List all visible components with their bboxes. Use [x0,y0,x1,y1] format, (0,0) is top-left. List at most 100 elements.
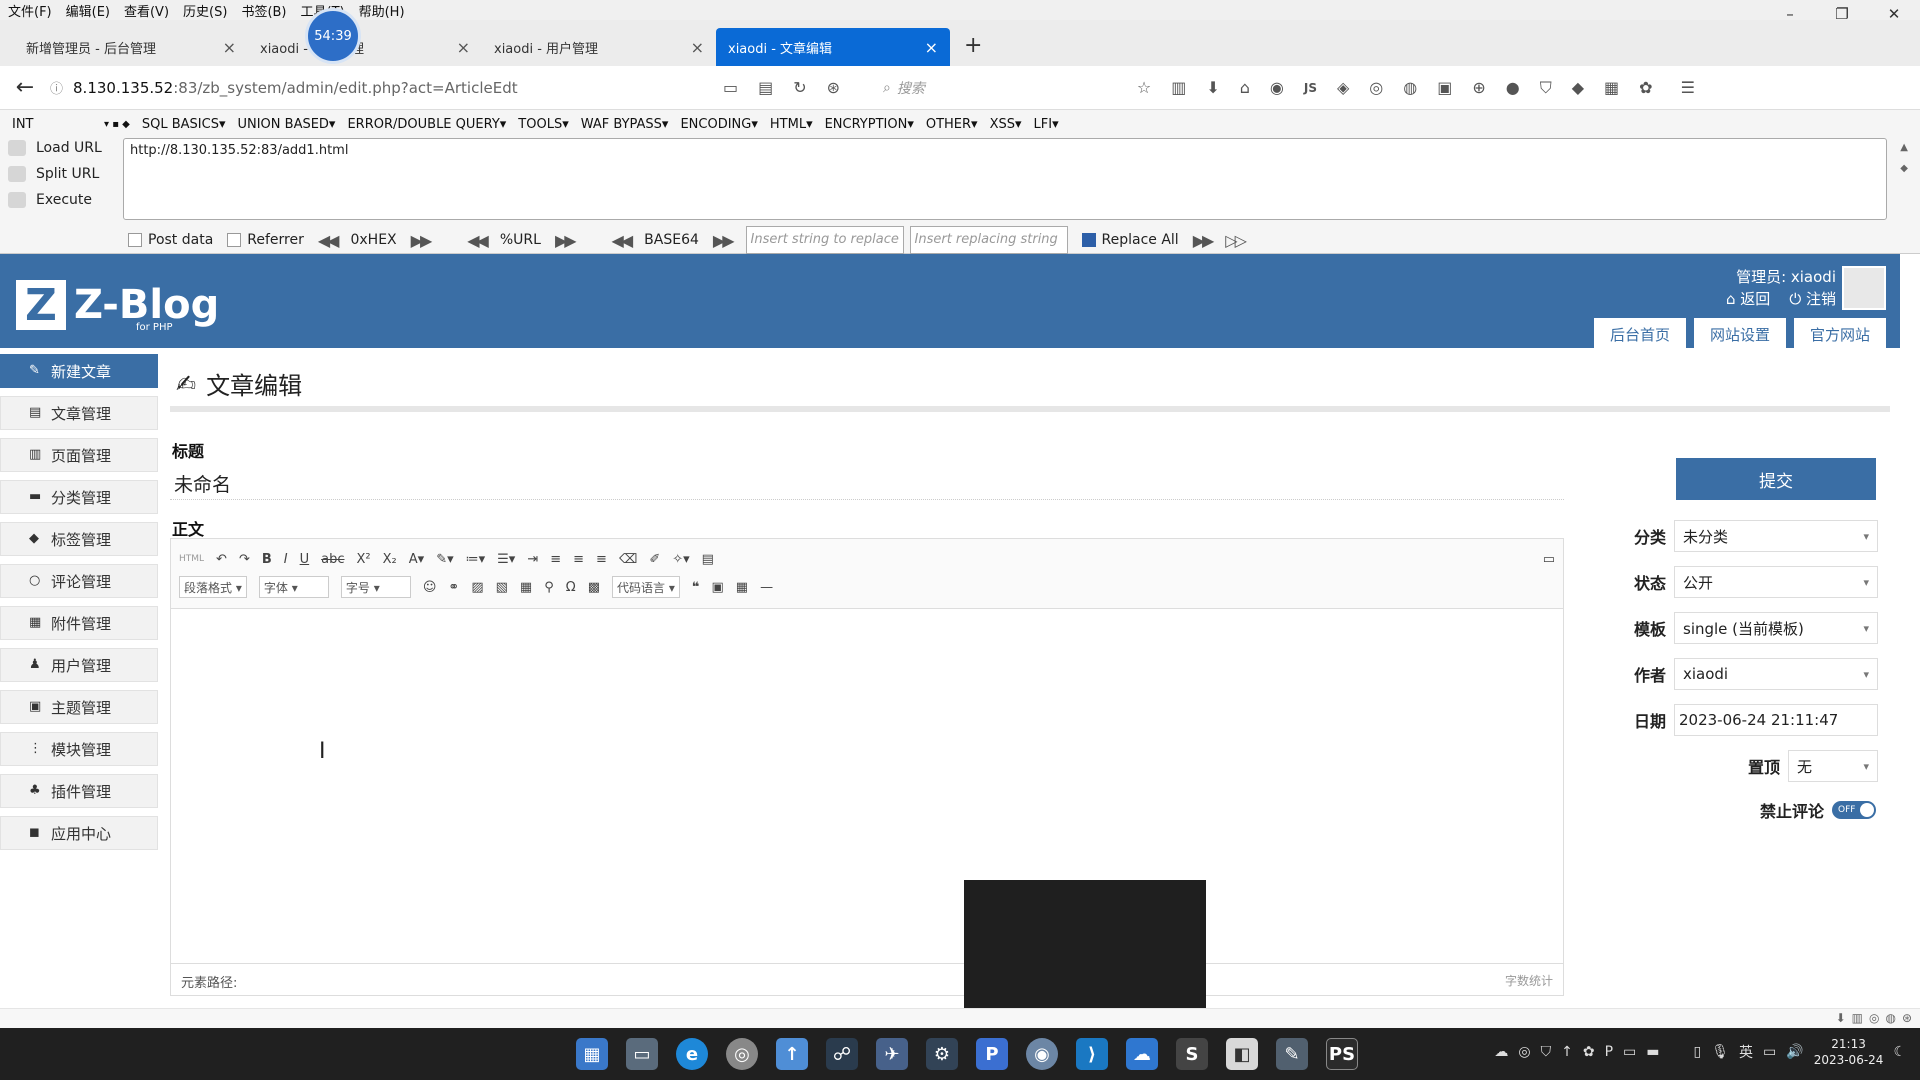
decode-arrow-icon[interactable]: ◀◀ [318,231,340,250]
menu-help[interactable]: 帮助(H) [359,1,405,20]
font-size-select[interactable]: 字号 ▾ [340,576,411,598]
italic-icon[interactable]: I [284,552,288,567]
download-icon[interactable]: ⬇ [1836,1011,1846,1025]
flag-icon[interactable]: ▤ [758,78,773,97]
library-icon[interactable]: ▥ [1171,78,1186,97]
extension-icon[interactable]: ◎ [1869,1011,1879,1025]
battery-icon[interactable]: ▯ [1694,1044,1702,1060]
network-icon[interactable]: ▭ [1763,1044,1776,1060]
sidebar-item-modules[interactable]: ⋮ 模块管理 [0,732,158,766]
menu-history[interactable]: 历史(S) [183,1,227,20]
sidebar-item-themes[interactable]: ▣ 主题管理 [0,690,158,724]
indent-icon[interactable]: ⇥ [527,552,538,567]
bookmark-star-icon[interactable]: ☆ [1137,78,1151,97]
tab-user-manage-1[interactable]: xiaodi - 用户管理 × [248,28,482,66]
zoom-icon[interactable]: ⊕ [1472,78,1485,97]
decode-arrow-icon[interactable]: ◀◀ [612,231,634,250]
menu-file[interactable]: 文件(F) [8,1,52,20]
tab-close-icon[interactable]: × [691,38,704,57]
encode-arrow-icon[interactable]: ▶▶ [411,231,433,250]
table-icon[interactable]: ▦ [736,580,748,595]
menu-sql-basics[interactable]: SQL BASICS▾ [142,117,226,132]
replace-all-checkbox[interactable]: Replace All [1081,232,1179,248]
paragraph-format-select[interactable]: 段落格式 ▾ [179,576,247,598]
zblog-logo[interactable]: Z Z-Blog for PHP [16,280,219,333]
sidebar-item-articles[interactable]: ▤ 文章管理 [0,396,158,430]
ordered-list-icon[interactable]: ≔▾ [466,552,486,567]
menu-tools[interactable]: TOOLS▾ [518,117,568,132]
file-explorer-icon[interactable]: ▭ [626,1038,658,1070]
menu-xss[interactable]: XSS▾ [990,117,1022,132]
format-brush-icon[interactable]: ✐ [649,552,660,567]
menu-html[interactable]: HTML▾ [770,117,813,132]
author-select[interactable]: xiaodi ▾ [1674,658,1878,690]
status-select[interactable]: 公开 ▾ [1674,566,1878,598]
menu-error-double-query[interactable]: ERROR/DOUBLE QUERY▾ [347,117,506,132]
tab-close-icon[interactable]: × [457,38,470,57]
tray-icon[interactable]: ▬ [1646,1044,1659,1060]
menu-union-based[interactable]: UNION BASED▾ [237,117,335,132]
firefox-icon[interactable]: ◉ [1026,1038,1058,1070]
font-color-icon[interactable]: A▾ [409,552,424,567]
encode-arrow-icon[interactable]: ▶▶ [713,231,735,250]
undo-icon[interactable]: ↶ [216,552,227,567]
submit-button[interactable]: 提交 [1676,458,1876,500]
vscode-icon[interactable]: ⟩ [1076,1038,1108,1070]
tray-icon[interactable]: ☁ [1494,1044,1508,1060]
reader-icon[interactable]: ▭ [723,78,738,97]
address-bar[interactable]: 8.130.135.52:83/zb_system/admin/edit.php… [73,79,723,97]
tray-icon[interactable]: P [1605,1044,1613,1060]
start-icon[interactable]: ▦ [576,1038,608,1070]
sidebar-item-users[interactable]: ♟ 用户管理 [0,648,158,682]
menu-encoding[interactable]: ENCODING▾ [680,117,757,132]
menu-bookmarks[interactable]: 书签(B) [241,1,286,20]
menu-encryption[interactable]: ENCRYPTION▾ [825,117,914,132]
notification-icon[interactable]: ☾ [1893,1044,1906,1060]
paste-text-icon[interactable]: ▤ [702,552,714,567]
code-language-select[interactable]: 代码语言 ▾ [611,576,680,598]
blockquote-icon[interactable]: ❝ [692,580,700,595]
category-select[interactable]: 未分类 ▾ [1674,520,1878,552]
tab-user-manage-2[interactable]: xiaodi - 用户管理 × [482,28,716,66]
clock[interactable]: 21:13 2023-06-24 [1814,1036,1884,1068]
extension-icon[interactable]: ◈ [1337,78,1349,97]
extension-icon[interactable]: ◉ [1270,78,1284,97]
avatar[interactable] [1842,266,1886,310]
hamburger-menu-icon[interactable]: ☰ [1681,78,1695,97]
site-settings-link[interactable]: 网站设置 [1693,318,1786,351]
hackbar-mode-select[interactable]: INT [12,117,92,132]
hackbar-url-textarea[interactable]: http://8.130.135.52:83/add1.html [123,138,1887,220]
split-url-button[interactable]: Split URL [8,166,102,182]
execute-button[interactable]: Execute [8,192,102,208]
tray-icon[interactable]: ✿ [1583,1044,1595,1060]
extension-icon[interactable]: ◍ [1403,78,1417,97]
insert-string-input[interactable]: Insert string to replace [745,226,904,254]
horizontal-rule-icon[interactable]: — [760,580,773,595]
replacing-string-input[interactable]: Insert replacing string [909,226,1068,254]
sublime-icon[interactable]: S [1176,1038,1208,1070]
official-site-link[interactable]: 官方网站 [1793,318,1886,351]
tab-add-admin[interactable]: 新增管理员 - 后台管理 × [14,28,248,66]
menu-lfi[interactable]: LFI▾ [1034,117,1059,132]
editor-body[interactable] [171,609,1563,963]
home-icon[interactable]: ⌂ [1240,78,1250,97]
superscript-icon[interactable]: X² [357,552,371,567]
app-icon[interactable]: ☍ [826,1038,858,1070]
strikethrough-icon[interactable]: abc [321,552,344,567]
sidebar-item-categories[interactable]: ▬ 分类管理 [0,480,158,514]
ime-indicator[interactable]: 英 [1739,1042,1753,1062]
font-family-select[interactable]: 字体 ▾ [258,576,329,598]
sidebar-item-comments[interactable]: ○ 评论管理 [0,564,158,598]
attachment-icon[interactable]: ⚲ [544,580,554,595]
shield-icon[interactable]: ⛉ [1540,78,1552,98]
align-right-icon[interactable]: ≡ [596,552,607,567]
back-arrow-icon[interactable]: ← [0,75,50,100]
shield-globe-icon[interactable]: ⊛ [827,78,840,97]
shield-icon[interactable]: ⛉ [1541,1044,1552,1060]
sidebar-item-plugins[interactable]: ♣ 插件管理 [0,774,158,808]
menu-edit[interactable]: 编辑(E) [66,1,110,20]
new-tab-button[interactable]: + [950,33,996,66]
title-input[interactable]: 未命名 [170,464,1564,500]
volume-icon[interactable]: 🔊 [1786,1044,1803,1060]
disable-comment-toggle[interactable]: OFF [1832,801,1876,819]
